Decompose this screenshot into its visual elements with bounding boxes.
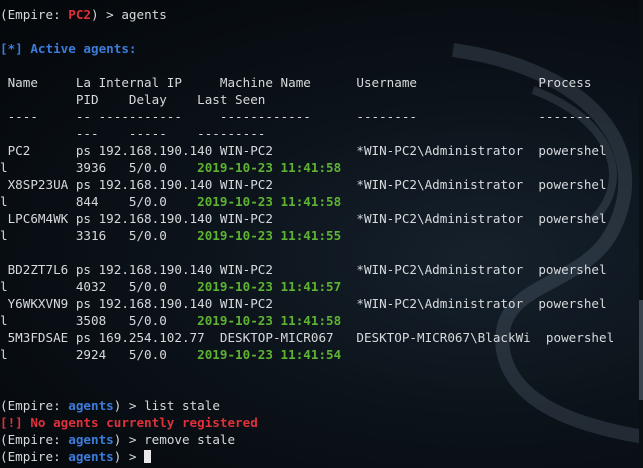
agent-pid-delay: l 3936 5/0.0 (0, 160, 198, 175)
command-text: list stale (144, 398, 220, 413)
command-text: remove stale (144, 432, 236, 447)
prompt-line-active[interactable]: (Empire: agents) > (0, 448, 152, 465)
terminal-window[interactable]: (Empire: PC2) > agents [*] Active agents… (0, 0, 643, 468)
prompt-suffix: ) > (113, 449, 145, 464)
agent-pid-delay: l 4032 5/0.0 (0, 279, 198, 294)
agent-last-seen: 2019-10-23 11:41:54 (197, 347, 342, 362)
table-separator-row2: --- ----- --------- (0, 126, 266, 141)
agent-last-seen: 2019-10-23 11:41:58 (197, 194, 342, 209)
prompt-module: agents (68, 398, 114, 413)
text-cursor (144, 450, 152, 463)
agent-row: BD2ZT7L6 ps 192.168.190.140 WIN-PC2 *WIN… (0, 262, 607, 277)
agent-row: PC2 ps 192.168.190.140 WIN-PC2 *WIN-PC2\… (0, 143, 607, 158)
agent-last-seen: 2019-10-23 11:41:58 (197, 313, 342, 328)
agent-row-detail: l 3508 5/0.0 2019-10-23 11:41:58 (0, 312, 341, 329)
prompt-prefix: (Empire: (0, 432, 69, 447)
agent-last-seen: 2019-10-23 11:41:55 (197, 228, 342, 243)
prompt-line-list-stale: (Empire: agents) > list stale (0, 397, 220, 414)
prompt-line-agents: (Empire: PC2) > agents (0, 6, 167, 23)
agent-row: Y6WKXVN9 ps 192.168.190.140 WIN-PC2 *WIN… (0, 296, 607, 311)
agent-row-detail: l 3316 5/0.0 2019-10-23 11:41:55 (0, 227, 341, 244)
table-header-row2: PID Delay Last Seen (0, 92, 266, 107)
command-text: agents (121, 7, 167, 22)
agent-pid-delay: l 3316 5/0.0 (0, 228, 198, 243)
agent-last-seen: 2019-10-23 11:41:57 (197, 279, 342, 294)
table-separator-row1: ---- -- ----------- ------------ -------… (0, 109, 592, 124)
agent-row-detail: l 844 5/0.0 2019-10-23 11:41:58 (0, 193, 341, 210)
prompt-module: agents (68, 449, 114, 464)
error-message: [!] No agents currently registered (0, 415, 258, 430)
agent-pid-delay: l 3508 5/0.0 (0, 313, 198, 328)
prompt-prefix: (Empire: (0, 398, 69, 413)
prompt-suffix: ) > (113, 398, 145, 413)
agent-pid-delay: l 2924 5/0.0 (0, 347, 198, 362)
agent-row-detail: l 3936 5/0.0 2019-10-23 11:41:58 (0, 159, 341, 176)
agent-pid-delay: l 844 5/0.0 (0, 194, 198, 209)
agent-row-detail: l 4032 5/0.0 2019-10-23 11:41:57 (0, 278, 341, 295)
scrollbar[interactable] (639, 0, 643, 468)
agent-row: 5M3FDSAE ps 169.254.102.77 DESKTOP-MICR0… (0, 330, 615, 345)
prompt-prefix: (Empire: (0, 7, 69, 22)
agent-row: X8SP23UA ps 192.168.190.140 WIN-PC2 *WIN… (0, 177, 607, 192)
prompt-suffix: ) > (113, 432, 145, 447)
agent-last-seen: 2019-10-23 11:41:58 (197, 160, 342, 175)
prompt-prefix: (Empire: (0, 449, 69, 464)
prompt-module: agents (68, 432, 114, 447)
scrollbar-thumb[interactable] (639, 300, 643, 400)
background-dragon-icon (452, 43, 643, 444)
active-agents-banner: [*] Active agents: (0, 41, 137, 56)
table-header-row1: Name La Internal IP Machine Name Usernam… (0, 75, 592, 90)
prompt-line-remove-stale: (Empire: agents) > remove stale (0, 431, 235, 448)
agent-row-detail: l 2924 5/0.0 2019-10-23 11:41:54 (0, 346, 341, 363)
prompt-host: PC2 (68, 7, 91, 22)
agent-row: LPC6M4WK ps 192.168.190.140 WIN-PC2 *WIN… (0, 211, 607, 226)
prompt-suffix: ) > (91, 7, 122, 22)
